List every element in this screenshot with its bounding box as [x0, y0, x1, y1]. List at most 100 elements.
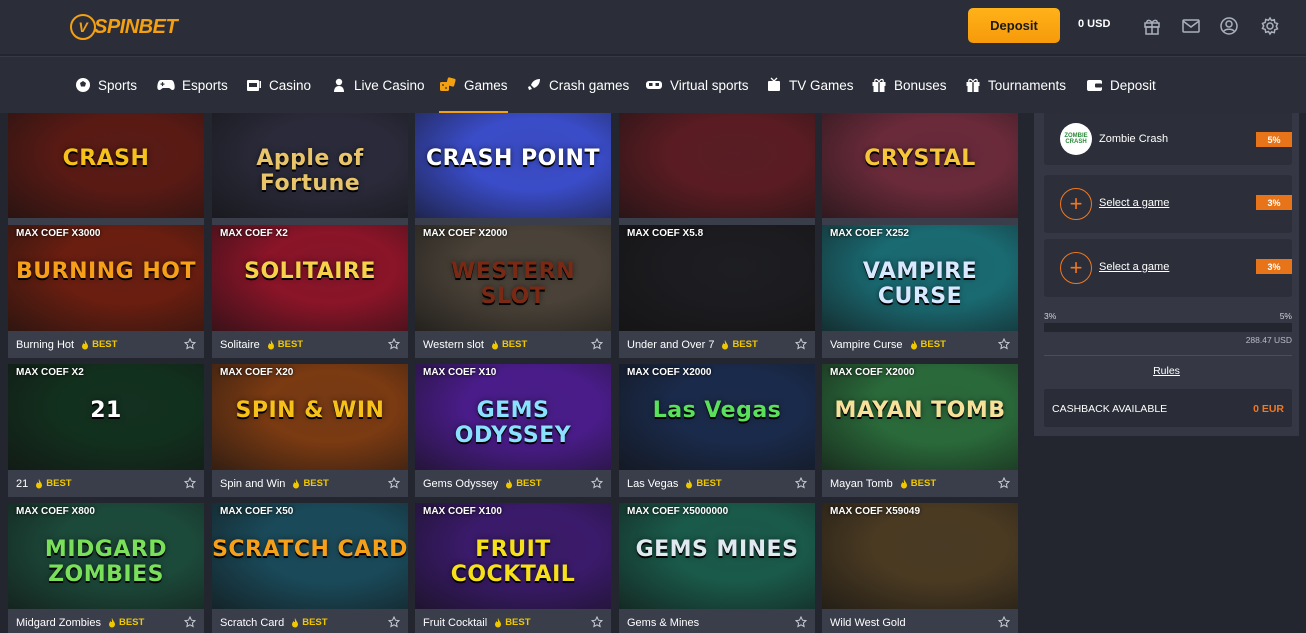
cashback-slot-2[interactable]: + Select a game 3% — [1044, 175, 1292, 233]
game-thumbnail[interactable]: GEMS MINES MAX COEF X5000000 — [619, 503, 815, 609]
favorite-star-icon[interactable] — [388, 477, 400, 489]
favorite-star-icon[interactable] — [591, 616, 603, 628]
favorite-star-icon[interactable] — [388, 616, 400, 628]
max-coef-label: MAX COEF X2 — [16, 367, 84, 378]
flame-icon — [36, 478, 43, 488]
favorite-star-icon[interactable] — [591, 338, 603, 350]
add-game-plus-icon[interactable]: + — [1060, 252, 1092, 284]
favorite-star-icon[interactable] — [184, 477, 196, 489]
game-card[interactable]: WESTERN SLOT MAX COEF X2000 Western slot… — [415, 225, 611, 358]
nav-tv-games[interactable]: TV Games — [766, 57, 854, 113]
slot-percent-badge: 3% — [1256, 195, 1292, 210]
rules-link[interactable]: Rules — [1034, 365, 1299, 377]
nav-label: Casino — [269, 77, 312, 93]
game-thumbnail[interactable]: BURNING HOT MAX COEF X3000 — [8, 225, 204, 331]
cashback-slot-3[interactable]: + Select a game 3% — [1044, 239, 1292, 297]
game-thumbnail[interactable]: Apple of Fortune — [212, 113, 408, 218]
game-card[interactable]: FRUIT COCKTAIL MAX COEF X100 Fruit Cockt… — [415, 503, 611, 633]
game-thumbnail[interactable]: Las Vegas MAX COEF X2000 — [619, 364, 815, 470]
favorite-star-icon[interactable] — [795, 338, 807, 350]
game-name: Solitaire — [220, 338, 260, 351]
game-caption: Vampire Curse BEST — [822, 331, 1018, 358]
game-thumbnail[interactable]: WESTERN SLOT MAX COEF X2000 — [415, 225, 611, 331]
nav-bonuses[interactable]: Bonuses — [871, 57, 947, 113]
max-coef-label: MAX COEF X800 — [16, 506, 95, 517]
game-card[interactable]: 21 MAX COEF X2 21 BEST — [8, 364, 204, 497]
mail-icon[interactable] — [1181, 16, 1201, 36]
game-card[interactable]: BURNING HOT MAX COEF X3000 Burning Hot B… — [8, 225, 204, 358]
game-card[interactable]: SCRATCH CARD MAX COEF X50 Scratch Card B… — [212, 503, 408, 633]
nav-deposit[interactable]: Deposit — [1086, 57, 1156, 113]
game-caption: Scratch Card BEST — [212, 609, 408, 633]
game-caption: Burning Hot BEST — [8, 331, 204, 358]
nav-esports[interactable]: Esports — [157, 57, 228, 113]
select-game-link[interactable]: Select a game — [1099, 197, 1169, 209]
gift-icon[interactable] — [1142, 16, 1162, 36]
game-card[interactable]: VAMPIRE CURSE MAX COEF X252 Vampire Curs… — [822, 225, 1018, 358]
game-thumbnail[interactable]: SPIN & WIN MAX COEF X20 — [212, 364, 408, 470]
game-card[interactable]: MAX COEF X59049 Wild West Gold — [822, 503, 1018, 633]
game-thumbnail[interactable]: GEMS ODYSSEY MAX COEF X10 — [415, 364, 611, 470]
settings-gear-icon[interactable] — [1260, 16, 1280, 36]
game-card[interactable]: SOLITAIRE MAX COEF X2 Solitaire BEST — [212, 225, 408, 358]
game-card[interactable]: SPIN & WIN MAX COEF X20 Spin and Win BES… — [212, 364, 408, 497]
flame-icon — [686, 478, 693, 488]
game-thumbnail[interactable]: MAX COEF X59049 — [822, 503, 1018, 609]
favorite-star-icon[interactable] — [795, 477, 807, 489]
game-thumbnail[interactable]: SOLITAIRE MAX COEF X2 — [212, 225, 408, 331]
game-art-title: SOLITAIRE — [244, 259, 376, 284]
cashback-slot-1[interactable]: ZOMBIE CRASH Zombie Crash 5% — [1044, 113, 1292, 165]
select-game-link[interactable]: Select a game — [1099, 261, 1169, 273]
best-label: BEST — [732, 339, 758, 350]
game-thumbnail[interactable]: VAMPIRE CURSE MAX COEF X252 — [822, 225, 1018, 331]
game-art-title: CRASH — [62, 146, 150, 171]
favorite-star-icon[interactable] — [998, 616, 1010, 628]
best-badge: BEST — [267, 339, 303, 350]
game-thumbnail[interactable]: MAYAN TOMB MAX COEF X2000 — [822, 364, 1018, 470]
game-card[interactable]: GEMS MINES MAX COEF X5000000 Gems & Mine… — [619, 503, 815, 633]
favorite-star-icon[interactable] — [795, 616, 807, 628]
flame-icon — [506, 478, 513, 488]
nav-live-casino[interactable]: Live Casino — [331, 57, 425, 113]
game-name: Gems Odyssey — [423, 477, 499, 490]
max-coef-label: MAX COEF X50 — [220, 506, 294, 517]
nav-virtual-sports[interactable]: Virtual sports — [645, 57, 749, 113]
favorite-star-icon[interactable] — [184, 338, 196, 350]
game-thumbnail[interactable]: MIDGARD ZOMBIES MAX COEF X800 — [8, 503, 204, 609]
game-card[interactable]: MAX COEF X5.8 Under and Over 7 BEST — [619, 225, 815, 358]
user-icon[interactable] — [1219, 16, 1239, 36]
nav-crash-games[interactable]: Crash games — [526, 57, 629, 113]
best-label: BEST — [302, 617, 328, 628]
best-label: BEST — [501, 339, 528, 350]
nav-label: Tournaments — [988, 77, 1067, 93]
flame-icon — [82, 339, 89, 349]
nav-games[interactable]: Games — [439, 57, 508, 113]
flame-icon — [108, 617, 115, 627]
game-thumbnail[interactable]: SCRATCH CARD MAX COEF X50 — [212, 503, 408, 609]
spinbet-logo[interactable]: V SPINBET — [70, 12, 178, 42]
game-thumbnail[interactable] — [619, 113, 815, 218]
favorite-star-icon[interactable] — [184, 616, 196, 628]
nav-tournaments[interactable]: Tournaments — [965, 57, 1066, 113]
balance-display[interactable]: 0 USD — [1078, 18, 1110, 30]
game-thumbnail[interactable]: CRASH — [8, 113, 204, 218]
game-card[interactable]: MIDGARD ZOMBIES MAX COEF X800 Midgard Zo… — [8, 503, 204, 633]
nav-sports[interactable]: Sports — [75, 57, 137, 113]
favorite-star-icon[interactable] — [591, 477, 603, 489]
game-thumbnail[interactable]: 21 MAX COEF X2 — [8, 364, 204, 470]
add-game-plus-icon[interactable]: + — [1060, 188, 1092, 220]
deposit-button[interactable]: Deposit — [968, 8, 1060, 43]
favorite-star-icon[interactable] — [998, 338, 1010, 350]
game-card[interactable]: GEMS ODYSSEY MAX COEF X10 Gems Odyssey B… — [415, 364, 611, 497]
nav-casino[interactable]: Casino — [246, 57, 311, 113]
game-card[interactable]: Las Vegas MAX COEF X2000 Las Vegas BEST — [619, 364, 815, 497]
max-coef-label: MAX COEF X100 — [423, 506, 502, 517]
game-art-title: VAMPIRE CURSE — [862, 259, 978, 309]
game-thumbnail[interactable]: CRYSTAL — [822, 113, 1018, 218]
favorite-star-icon[interactable] — [998, 477, 1010, 489]
favorite-star-icon[interactable] — [388, 338, 400, 350]
game-card[interactable]: MAYAN TOMB MAX COEF X2000 Mayan Tomb BES… — [822, 364, 1018, 497]
game-thumbnail[interactable]: FRUIT COCKTAIL MAX COEF X100 — [415, 503, 611, 609]
game-thumbnail[interactable]: CRASH POINT — [415, 113, 611, 218]
game-thumbnail[interactable]: MAX COEF X5.8 — [619, 225, 815, 331]
